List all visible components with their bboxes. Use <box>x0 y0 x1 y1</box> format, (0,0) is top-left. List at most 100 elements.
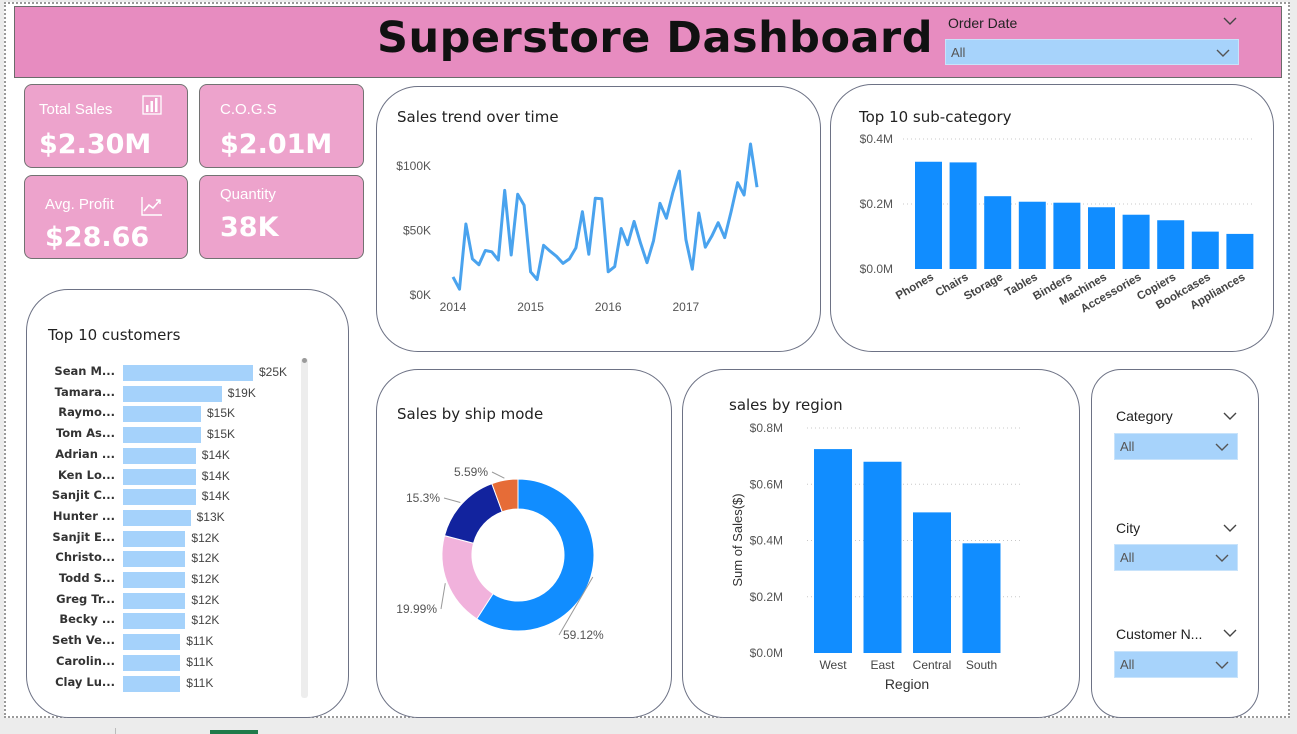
y-tick-label: $0.4M <box>860 132 893 146</box>
ship-mode-card: Sales by ship mode 59.12% 19.99% 15.3% 5.59… <box>376 369 672 718</box>
chevron-down-icon[interactable] <box>1223 411 1237 421</box>
customer-filter-label: Customer N... <box>1116 626 1203 642</box>
order-date-label: Order Date <box>948 15 1018 31</box>
region-card: sales by region $0.0M $0.2M $0.4M $0.6M $0.8… <box>682 369 1080 718</box>
chevron-down-icon <box>1215 661 1229 669</box>
bar-chart-icon <box>142 95 162 115</box>
customer-value-label: $19K <box>227 385 256 400</box>
customer-value-label: $11K <box>186 675 214 690</box>
card-title: Top 10 customers <box>48 326 181 344</box>
x-tick-label: 2016 <box>595 300 622 314</box>
kpi-label: Quantity <box>220 186 276 203</box>
customer-name: Greg Tr... <box>56 591 115 606</box>
customer-bar <box>123 675 181 692</box>
chevron-down-icon[interactable] <box>1223 523 1237 533</box>
y-tick-label: $0.8M <box>750 421 783 435</box>
kpi-label: Total Sales <box>39 101 113 118</box>
x-tick-label: 2017 <box>672 300 699 314</box>
bar-west <box>814 449 852 653</box>
scrollbar-thumb[interactable] <box>302 358 307 363</box>
city-value: All <box>1120 550 1135 565</box>
kpi-value: $28.66 <box>45 222 150 253</box>
customer-value-label: $12K <box>191 551 220 566</box>
customer-bar <box>123 551 186 568</box>
leader-line <box>491 471 505 479</box>
leader-line <box>440 583 446 610</box>
customer-name: Clay Lu... <box>55 674 115 689</box>
order-date-dropdown[interactable]: All <box>945 39 1239 65</box>
sales-trend-chart[interactable]: $0K $50K $100K 2014 2015 2016 2017 <box>377 87 822 353</box>
kpi-total-sales: Total Sales $2.30M <box>24 84 188 168</box>
chevron-down-icon[interactable] <box>1223 628 1237 638</box>
y-tick-label: $50K <box>403 223 431 237</box>
bar-bookcases <box>1191 231 1219 269</box>
bar-accessories <box>1122 214 1150 269</box>
kpi-value: $2.01M <box>220 129 333 160</box>
y-tick-label: $0.2M <box>750 590 783 604</box>
customer-name: Christo... <box>55 550 115 565</box>
bar-east <box>863 461 902 653</box>
customer-bar <box>123 365 253 381</box>
divider <box>115 728 116 734</box>
kpi-quantity: Quantity 38K <box>199 175 364 259</box>
x-tick-label: Central <box>913 658 952 672</box>
customer-value-label: $14K <box>201 489 230 504</box>
customer-bar <box>123 447 196 464</box>
chevron-down-icon[interactable] <box>1223 16 1237 26</box>
customer-value-label: $14K <box>201 447 230 462</box>
scrollbar[interactable] <box>301 358 308 698</box>
data-label: 15.3% <box>406 491 440 505</box>
data-label: 19.99% <box>396 602 437 616</box>
kpi-value: 38K <box>220 212 279 243</box>
subcategory-chart[interactable]: $0.0M$0.2M$0.4MPhonesChairsStorageTables… <box>831 85 1275 353</box>
subcategory-card: Top 10 sub-category $0.0M $0.2M $0.4M Phone… <box>830 84 1274 352</box>
kpi-label: C.O.G.S <box>220 101 277 118</box>
customers-card: Top 10 customers Sean M... $25K Tamara... $… <box>26 289 349 718</box>
y-tick-label: $100K <box>396 159 431 173</box>
customer-name: Todd S... <box>58 571 115 585</box>
chevron-down-icon <box>1216 49 1230 57</box>
y-tick-label: $0.0M <box>860 262 893 276</box>
filters-card: Category All City All Customer N... All <box>1091 369 1259 718</box>
header-banner: Superstore Dashboard Order Date All <box>14 6 1282 78</box>
kpi-cogs: C.O.G.S $2.01M <box>199 84 364 168</box>
bar-copiers <box>1157 220 1185 269</box>
ship-mode-donut-chart[interactable]: 59.12% 19.99% 15.3% 5.59% <box>377 370 673 719</box>
customer-name: Seth Ve... <box>52 633 115 648</box>
region-chart[interactable]: $0.0M $0.2M $0.4M $0.6M $0.8M West East Central… <box>683 370 1081 719</box>
customer-bar <box>123 592 186 609</box>
customer-name: Ken Lo... <box>57 467 115 482</box>
x-tick-label: Phones <box>894 271 936 302</box>
customer-bar <box>123 509 191 526</box>
x-tick-label: Storage <box>962 271 1005 303</box>
chevron-down-icon <box>1215 443 1229 451</box>
kpi-value: $2.30M <box>39 129 152 160</box>
customer-value-label: $15K <box>207 427 236 442</box>
customer-value: All <box>1120 657 1135 672</box>
customer-bar <box>123 530 186 547</box>
x-tick-label: South <box>966 658 997 672</box>
x-tick-label: East <box>870 658 895 672</box>
customer-name: Hunter ... <box>52 508 115 523</box>
customer-dropdown[interactable]: All <box>1114 651 1238 678</box>
customer-bar <box>123 385 222 402</box>
sales-trend-card: Sales trend over time $0K $50K $100K 2014 20… <box>376 86 821 352</box>
city-dropdown[interactable]: All <box>1114 544 1238 571</box>
y-axis-title: Sum of Sales($) <box>730 493 745 586</box>
kpi-label: Avg. Profit <box>45 196 114 213</box>
category-dropdown[interactable]: All <box>1114 433 1238 460</box>
customer-bar <box>123 654 181 671</box>
bar-appliances <box>1226 233 1254 269</box>
customer-value-label: $12K <box>191 530 220 545</box>
bar-machines <box>1088 207 1115 269</box>
x-axis-title: Region <box>885 676 929 692</box>
customer-name: Carolin... <box>56 653 115 668</box>
kpi-avg-profit: Avg. Profit $28.66 <box>24 175 188 259</box>
bar-tables <box>1018 201 1046 269</box>
customer-bar <box>123 634 181 651</box>
customer-value-label: $12K <box>191 592 220 607</box>
status-strip <box>0 720 1297 734</box>
customer-name: Tom As... <box>55 426 115 441</box>
customer-value-label: $25K <box>259 365 288 379</box>
active-page-tab[interactable] <box>210 730 258 734</box>
